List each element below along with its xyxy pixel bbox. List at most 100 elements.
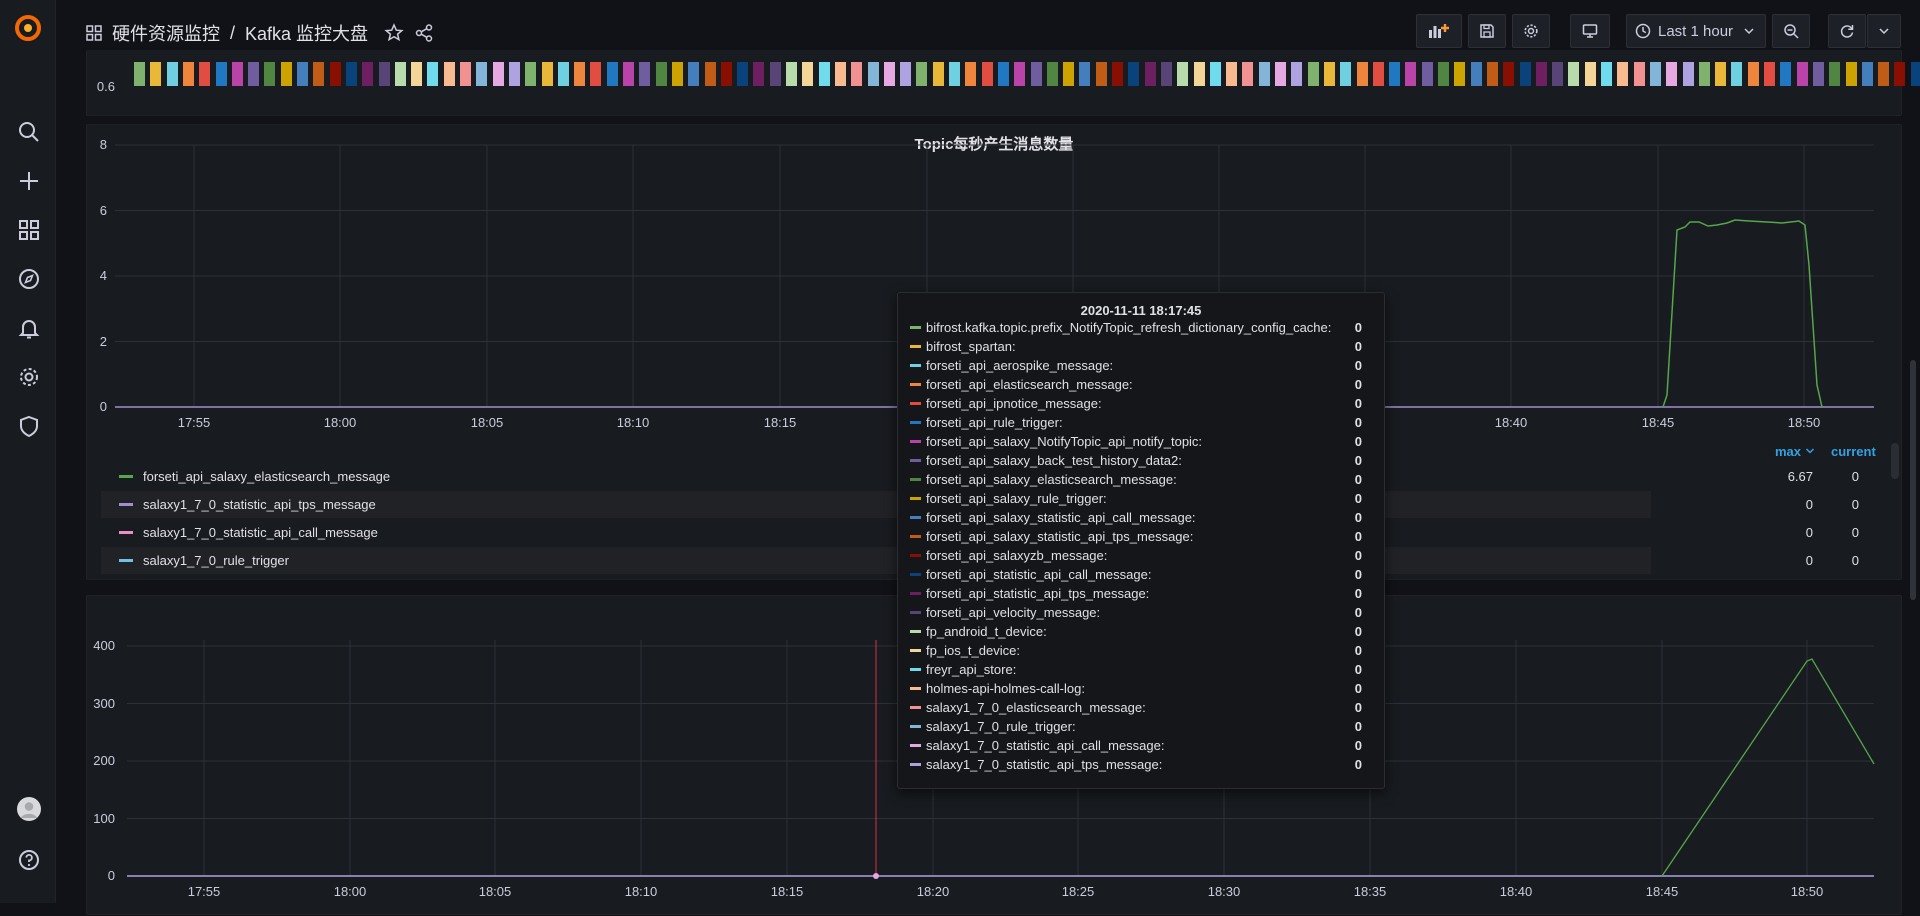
tooltip-series-color bbox=[910, 687, 921, 690]
tooltip-series-name: forseti_api_salaxy_rule_trigger: bbox=[926, 491, 1107, 506]
legend-header-max[interactable]: max bbox=[1775, 444, 1815, 459]
dashboards-icon[interactable] bbox=[18, 219, 40, 241]
legend-row[interactable]: salaxy1_7_0_statistic_api_tps_message 0 0 bbox=[101, 491, 1859, 518]
legend-series-color[interactable] bbox=[119, 531, 133, 534]
tooltip-series-value: 0 bbox=[1354, 643, 1362, 658]
legend-series-color[interactable] bbox=[119, 559, 133, 562]
search-icon[interactable] bbox=[18, 121, 40, 143]
color-swatch bbox=[932, 62, 944, 86]
add-panel-button[interactable] bbox=[1416, 14, 1462, 48]
color-swatch bbox=[1193, 62, 1205, 86]
color-swatch bbox=[1878, 62, 1890, 86]
tooltip-series-value: 0 bbox=[1354, 757, 1362, 772]
legend-series-color[interactable] bbox=[119, 475, 133, 478]
color-swatch bbox=[802, 62, 814, 86]
tooltip-series-color bbox=[910, 326, 921, 329]
y-tick-label: 200 bbox=[93, 753, 115, 768]
server-admin-shield-icon[interactable] bbox=[18, 415, 40, 437]
x-tick-label: 18:40 bbox=[1499, 884, 1533, 899]
x-tick-label: 17:55 bbox=[177, 415, 211, 430]
tv-mode-button[interactable] bbox=[1570, 14, 1610, 48]
tooltip-time: 2020-11-11 18:17:45 bbox=[1080, 303, 1202, 318]
legend-row[interactable]: forseti_api_salaxy_elasticsearch_message… bbox=[101, 463, 1859, 490]
legend-series-name[interactable]: salaxy1_7_0_rule_trigger bbox=[143, 553, 289, 568]
tooltip-row: forseti_api_ipnotice_message: 0 bbox=[910, 394, 1374, 413]
color-swatch bbox=[1112, 62, 1123, 86]
refresh-interval-dropdown[interactable] bbox=[1867, 14, 1901, 48]
legend-series-name[interactable]: forseti_api_salaxy_elasticsearch_message bbox=[143, 469, 390, 484]
page-scrollbar[interactable] bbox=[1910, 360, 1916, 600]
tooltip-series-name: forseti_api_elasticsearch_message: bbox=[926, 377, 1133, 392]
tooltip-series-color bbox=[910, 497, 921, 500]
dashboard-title[interactable]: Kafka 监控大盘 bbox=[245, 20, 368, 46]
legend-row[interactable]: salaxy1_7_0_rule_trigger 0 0 bbox=[101, 547, 1859, 574]
color-swatch bbox=[1389, 62, 1401, 86]
x-tick-label: 18:25 bbox=[1061, 884, 1095, 899]
help-icon[interactable] bbox=[18, 849, 40, 871]
tooltip-row: forseti_api_statistic_api_call_message: 0 bbox=[910, 565, 1374, 584]
plus-icon[interactable] bbox=[18, 170, 40, 192]
tooltip-series-name: forseti_api_salaxy_NotifyTopic_api_notif… bbox=[926, 434, 1203, 449]
grafana-logo-icon[interactable] bbox=[14, 14, 42, 42]
legend-row[interactable]: salaxy1_7_0_statistic_api_call_message 0 0 bbox=[101, 519, 1859, 546]
color-swatch bbox=[362, 62, 374, 86]
star-icon[interactable] bbox=[384, 23, 404, 43]
refresh-button[interactable] bbox=[1828, 14, 1866, 48]
color-swatch bbox=[1731, 62, 1743, 86]
color-swatch bbox=[1535, 62, 1547, 86]
legend-series-name[interactable]: salaxy1_7_0_statistic_api_call_message bbox=[143, 525, 378, 540]
dashboard-settings-button[interactable] bbox=[1512, 14, 1550, 48]
tooltip-series-color bbox=[910, 345, 921, 348]
tooltip-row: salaxy1_7_0_rule_trigger: 0 bbox=[910, 717, 1374, 736]
tooltip-row: forseti_api_statistic_api_tps_message: 0 bbox=[910, 584, 1374, 603]
color-swatch bbox=[753, 62, 765, 86]
color-swatch bbox=[623, 62, 634, 86]
tooltip-row: salaxy1_7_0_statistic_api_call_message: 0 bbox=[910, 736, 1374, 755]
tooltip-series-name: salaxy1_7_0_elasticsearch_message: bbox=[926, 700, 1146, 715]
color-swatch bbox=[997, 62, 1009, 86]
y-tick-label: 400 bbox=[93, 638, 115, 653]
legend-scrollbar[interactable] bbox=[1891, 443, 1899, 479]
legend-series-name[interactable]: salaxy1_7_0_statistic_api_tps_message bbox=[143, 497, 376, 512]
alerting-bell-icon[interactable] bbox=[18, 317, 40, 339]
tooltip-series-value: 0 bbox=[1354, 434, 1362, 449]
explore-compass-icon[interactable] bbox=[18, 268, 40, 290]
color-swatch bbox=[1405, 62, 1417, 86]
legend-header-current[interactable]: current bbox=[1831, 444, 1876, 459]
color-swatch bbox=[1715, 62, 1727, 86]
tooltip-series-value: 0 bbox=[1354, 586, 1362, 601]
tooltip-series-value: 0 bbox=[1354, 339, 1362, 354]
tooltip-row: forseti_api_rule_trigger: 0 bbox=[910, 413, 1374, 432]
color-swatch bbox=[313, 62, 325, 86]
tooltip-series-color bbox=[910, 478, 921, 481]
color-swatch bbox=[476, 62, 488, 86]
user-avatar-icon[interactable] bbox=[17, 797, 41, 821]
color-swatch bbox=[1812, 62, 1824, 86]
time-range-label: Last 1 hour bbox=[1658, 22, 1734, 40]
series-line-green bbox=[1661, 658, 1875, 877]
breadcrumb: 硬件资源监控 / Kafka 监控大盘 bbox=[86, 20, 434, 46]
tooltip-row: holmes-api-holmes-call-log: 0 bbox=[910, 679, 1374, 698]
x-tick-label: 18:45 bbox=[1641, 415, 1675, 430]
color-swatch bbox=[1454, 62, 1466, 86]
color-swatch bbox=[1030, 62, 1042, 86]
x-tick-label: 18:05 bbox=[478, 884, 512, 899]
color-swatch bbox=[1568, 62, 1580, 86]
time-picker-button[interactable]: Last 1 hour bbox=[1626, 14, 1766, 48]
color-swatch bbox=[834, 62, 846, 86]
zoom-out-button[interactable] bbox=[1772, 14, 1810, 48]
y-tick-label: 8 bbox=[99, 137, 107, 152]
graph-tooltip: 2020-11-11 18:17:45 bifrost.kafka.topic.… bbox=[897, 292, 1385, 789]
legend-series-color[interactable] bbox=[119, 503, 133, 506]
color-swatch bbox=[1861, 62, 1873, 86]
share-icon[interactable] bbox=[414, 23, 434, 43]
color-swatch bbox=[1209, 62, 1221, 86]
breadcrumb-folder[interactable]: 硬件资源监控 bbox=[112, 20, 220, 46]
configuration-gear-icon[interactable] bbox=[18, 366, 40, 388]
sort-desc-chevron-icon bbox=[1805, 448, 1814, 454]
x-tick-label: 18:50 bbox=[1790, 884, 1824, 899]
color-swatch bbox=[1845, 62, 1857, 86]
legend-current-value: 0 bbox=[1851, 497, 1859, 512]
tooltip-series-color bbox=[910, 744, 921, 747]
save-dashboard-button[interactable] bbox=[1468, 14, 1506, 48]
